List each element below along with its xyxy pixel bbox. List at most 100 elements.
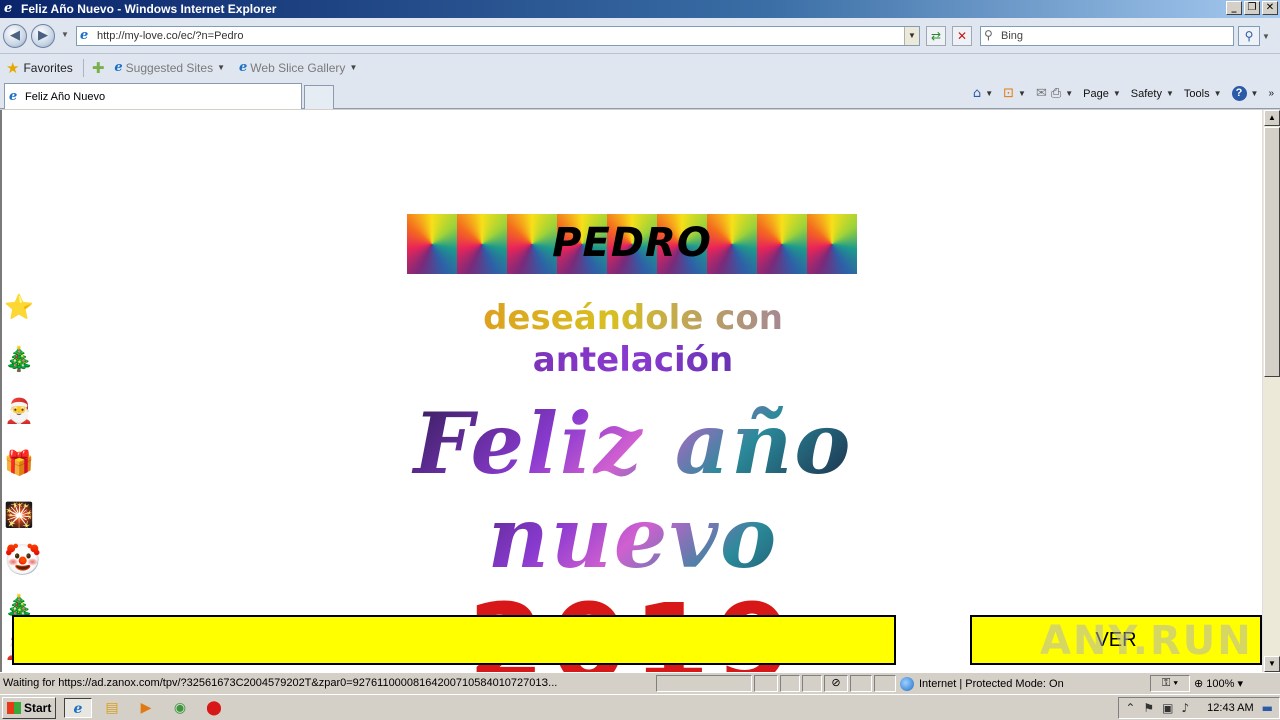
search-button[interactable]: ⚲ bbox=[1238, 26, 1260, 46]
ver-button[interactable]: VER bbox=[970, 615, 1262, 665]
refresh-button[interactable]: ⇄ bbox=[926, 26, 946, 46]
ie-logo-icon: e bbox=[4, 1, 13, 16]
chevron-down-icon: ▾ bbox=[1234, 678, 1243, 690]
zoom-level: 100% bbox=[1206, 678, 1235, 690]
favorites-star-icon: ★ bbox=[6, 58, 20, 77]
ad-banner[interactable] bbox=[12, 615, 896, 665]
address-bar[interactable]: e http://my-love.co/ec/?n=Pedro ▼ bbox=[76, 26, 920, 46]
party-face-emoji-icon: 🤡 bbox=[4, 543, 42, 578]
status-cell bbox=[656, 675, 752, 692]
stop-button[interactable]: ✕ bbox=[952, 26, 972, 46]
divider bbox=[82, 58, 84, 77]
clock[interactable]: 12:43 AM bbox=[1207, 702, 1253, 714]
chevron-down-icon[interactable]: ▼ bbox=[1166, 89, 1174, 98]
search-input[interactable]: ⚲ Bing bbox=[980, 26, 1234, 46]
tab-row: e Feliz Año Nuevo ⌂ ▼ ⊡ ▼ ✉ ⎙ ▼ Page ▼ Safet… bbox=[0, 81, 1280, 109]
action-center-flag-icon[interactable]: ⚑ bbox=[1143, 701, 1154, 715]
ie-page-icon: e bbox=[80, 28, 89, 43]
network-icon[interactable]: ▣ bbox=[1162, 701, 1173, 715]
command-bar: ⌂ ▼ ⊡ ▼ ✉ ⎙ ▼ Page ▼ Safety ▼ Tools ▼ ? ▼ » bbox=[973, 86, 1274, 101]
internet-zone-icon bbox=[900, 677, 914, 691]
windows-logo-icon bbox=[7, 702, 21, 714]
title-bar: e Feliz Año Nuevo - Windows Internet Exp… bbox=[0, 0, 1280, 18]
vertical-scrollbar[interactable]: ▲ ▼ bbox=[1262, 110, 1280, 672]
protected-mode-icon[interactable]: ⚿ ▾ bbox=[1150, 675, 1190, 692]
scroll-down-button[interactable]: ▼ bbox=[1264, 656, 1280, 672]
volume-icon[interactable]: ♪ bbox=[1182, 701, 1190, 715]
zoom-icon: ⊕ bbox=[1194, 678, 1207, 690]
show-hidden-icons-icon[interactable]: ⌃ bbox=[1125, 701, 1135, 715]
minimize-button[interactable]: _ bbox=[1226, 1, 1242, 15]
chrome-taskbar-icon[interactable]: ◉ bbox=[166, 698, 194, 718]
read-mail-icon[interactable]: ✉ bbox=[1036, 86, 1047, 101]
show-desktop-icon[interactable]: ▬ bbox=[1262, 701, 1273, 715]
recipient-name: PEDRO bbox=[552, 220, 712, 266]
status-message: Waiting for https://ad.zanox.com/tpv/?32… bbox=[3, 677, 558, 689]
explorer-taskbar-icon[interactable]: ▤ bbox=[98, 698, 126, 718]
status-bar: Waiting for https://ad.zanox.com/tpv/?32… bbox=[0, 672, 1280, 694]
feeds-icon[interactable]: ⊡ bbox=[1003, 86, 1014, 101]
add-to-favorites-icon[interactable]: ✚ bbox=[92, 59, 105, 77]
scroll-thumb[interactable] bbox=[1264, 127, 1280, 377]
favorites-button[interactable]: ★ Favorites bbox=[6, 59, 73, 77]
popup-blocker-icon[interactable]: ⊘ bbox=[824, 675, 848, 692]
greeting-line-2: antelación bbox=[392, 340, 874, 380]
chevron-down-icon[interactable]: ▼ bbox=[1113, 89, 1121, 98]
chevron-down-icon: ▼ bbox=[217, 63, 225, 72]
chevron-down-icon[interactable]: ▼ bbox=[1251, 89, 1259, 98]
new-tab-button[interactable] bbox=[304, 85, 334, 109]
chevron-down-icon[interactable]: ▼ bbox=[1065, 89, 1073, 98]
search-placeholder: Bing bbox=[1001, 30, 1024, 42]
greeting-card: PEDRO deseándole con antelación Feliz añ… bbox=[392, 118, 874, 672]
help-icon[interactable]: ? bbox=[1231, 86, 1247, 101]
chevron-down-icon[interactable]: ▼ bbox=[1018, 89, 1026, 98]
search-options-dropdown[interactable]: ▼ bbox=[1262, 32, 1270, 41]
tools-menu[interactable]: Tools bbox=[1184, 88, 1210, 100]
print-icon[interactable]: ⎙ bbox=[1051, 86, 1061, 101]
status-cell bbox=[780, 675, 800, 692]
ie-taskbar-icon[interactable]: e bbox=[64, 698, 92, 718]
home-icon[interactable]: ⌂ bbox=[973, 86, 981, 101]
taskbar: Start e ▤ ▶ ◉ ⬤ ⌃ ⚑ ▣ ♪ 12:43 AM ▬ bbox=[0, 694, 1280, 720]
safety-menu[interactable]: Safety bbox=[1131, 88, 1162, 100]
gift-emoji-icon: 🎁 bbox=[4, 449, 34, 477]
favorites-label: Favorites bbox=[23, 60, 73, 75]
web-slice-gallery-button[interactable]: e Web Slice Gallery ▼ bbox=[239, 60, 357, 75]
more-commands-icon[interactable]: » bbox=[1268, 88, 1274, 99]
close-window-button[interactable]: ✕ bbox=[1262, 1, 1278, 15]
zone-label: Internet | Protected Mode: On bbox=[919, 678, 1064, 690]
start-button[interactable]: Start bbox=[2, 697, 56, 719]
page-menu[interactable]: Page bbox=[1083, 88, 1109, 100]
search-icon: ⚲ bbox=[984, 28, 993, 42]
scroll-up-button[interactable]: ▲ bbox=[1264, 110, 1280, 126]
suggested-sites-icon: e bbox=[114, 60, 123, 75]
chevron-down-icon[interactable]: ▼ bbox=[985, 89, 993, 98]
system-tray: ⌃ ⚑ ▣ ♪ 12:43 AM ▬ bbox=[1118, 697, 1280, 719]
page-viewport: ⭐ 🎄 🎅 🎁 🎇 🤡 🎄 🎅 PEDRO deseándole con ant… bbox=[0, 110, 1262, 672]
suggested-sites-button[interactable]: e Suggested Sites ▼ bbox=[114, 60, 225, 75]
chevron-down-icon: ▼ bbox=[349, 63, 358, 72]
suggested-sites-label: Suggested Sites bbox=[125, 60, 214, 75]
back-button[interactable]: ◀ bbox=[3, 24, 27, 48]
zoom-control[interactable]: ⊕ 100% ▾ bbox=[1194, 677, 1243, 690]
ie-page-icon: e bbox=[9, 89, 18, 104]
status-cell bbox=[802, 675, 822, 692]
santa-emoji-icon: 🎅 bbox=[4, 397, 34, 425]
ie-page-icon: e bbox=[239, 60, 248, 75]
restore-button[interactable]: ❐ bbox=[1244, 1, 1260, 15]
favorites-bar: ★ Favorites ✚ e Suggested Sites ▼ e Web … bbox=[0, 54, 1280, 81]
sparkler-emoji-icon: 🎇 bbox=[4, 501, 34, 529]
address-dropdown-button[interactable]: ▼ bbox=[904, 27, 919, 45]
security-zone[interactable]: Internet | Protected Mode: On bbox=[900, 677, 1064, 691]
chevron-down-icon[interactable]: ▼ bbox=[1214, 89, 1222, 98]
tab-label: Feliz Año Nuevo bbox=[25, 90, 106, 103]
forward-button[interactable]: ▶ bbox=[31, 24, 55, 48]
greeting-line-1: deseándole con bbox=[392, 298, 874, 338]
christmas-tree-emoji-icon: 🎄 bbox=[4, 345, 34, 373]
recent-pages-dropdown[interactable]: ▼ bbox=[61, 30, 69, 39]
tab-active[interactable]: e Feliz Año Nuevo bbox=[4, 83, 302, 109]
media-player-taskbar-icon[interactable]: ▶ bbox=[132, 698, 160, 718]
window-controls: _ ❐ ✕ bbox=[1226, 1, 1278, 15]
antivirus-taskbar-icon[interactable]: ⬤ bbox=[200, 698, 228, 718]
star-emoji-icon: ⭐ bbox=[4, 293, 34, 321]
